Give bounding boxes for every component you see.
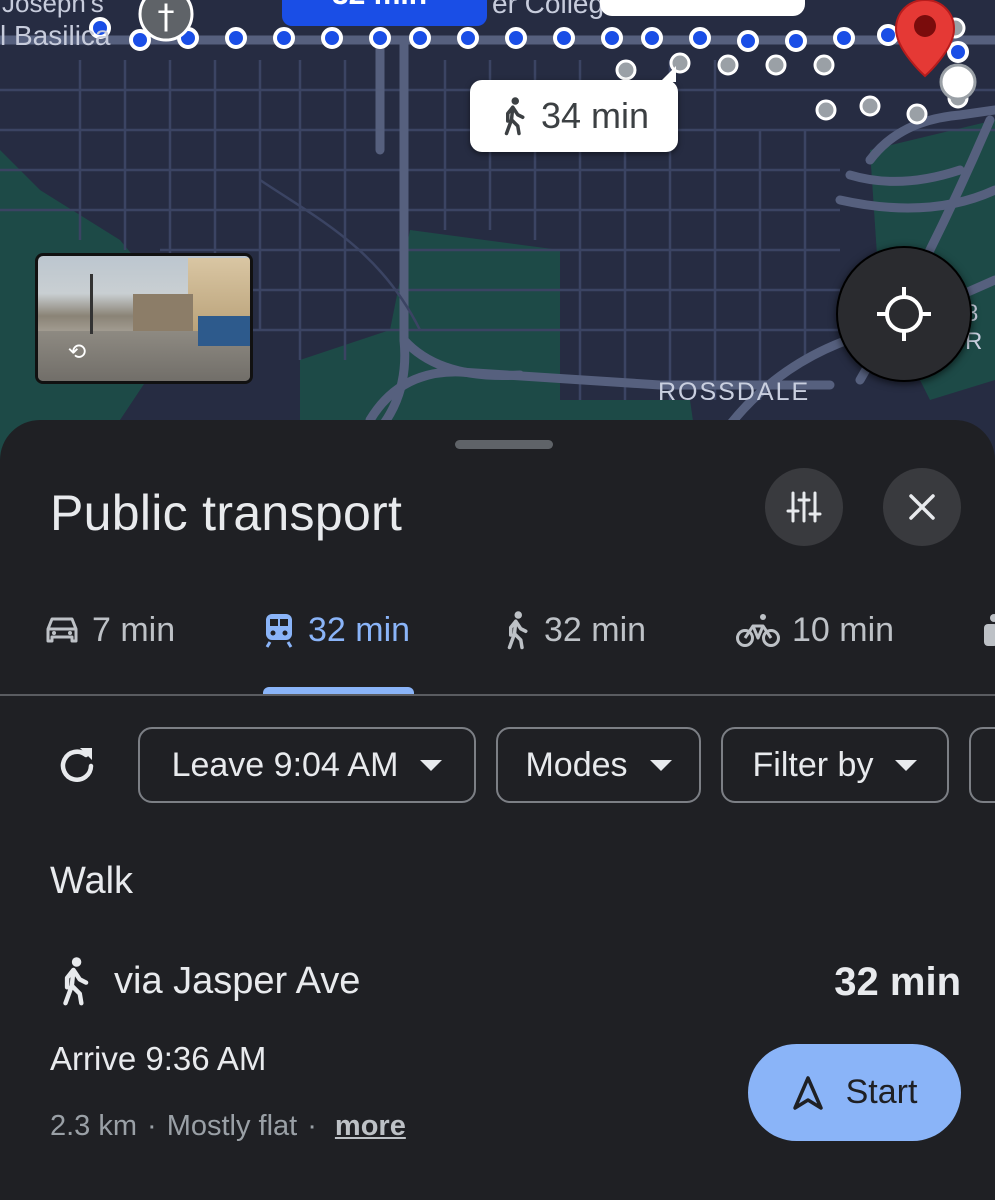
walk-icon bbox=[504, 97, 525, 136]
rotate-360-icon: ⟲ bbox=[67, 339, 87, 364]
tab-drive-label: 7 min bbox=[92, 610, 176, 649]
tab-drive[interactable]: 7 min bbox=[44, 600, 175, 660]
chevron-down-icon bbox=[420, 759, 443, 771]
tab-more-modes[interactable] bbox=[980, 600, 995, 660]
route-via: via Jasper Ave bbox=[114, 959, 361, 1002]
filter-label: Filter by bbox=[752, 745, 874, 784]
depart-time-chip[interactable]: Leave 9:04 AM bbox=[138, 727, 476, 803]
route-details: 2.3 km · Mostly flat · more bbox=[50, 1110, 406, 1143]
walk-icon bbox=[63, 957, 89, 1006]
sheet-title: Public transport bbox=[50, 485, 403, 541]
meta-separator: · bbox=[147, 1110, 157, 1142]
more-modes-icon bbox=[984, 614, 995, 646]
transit-route-chip[interactable]: 32 min bbox=[282, 0, 487, 26]
more-details-link[interactable]: more bbox=[335, 1110, 406, 1143]
tune-icon bbox=[786, 491, 822, 523]
modes-label: Modes bbox=[525, 745, 628, 784]
sheet-drag-handle[interactable] bbox=[455, 440, 553, 449]
route-distance: 2.3 km bbox=[50, 1110, 138, 1142]
chevron-down-icon bbox=[895, 759, 918, 771]
map-view[interactable]: † Joseph's l Basilica 32 min er Colleg 3… bbox=[0, 0, 995, 470]
depart-time-label: Leave 9:04 AM bbox=[171, 745, 399, 784]
walk-icon bbox=[507, 611, 528, 650]
walk-chip-time: 34 min bbox=[540, 95, 650, 136]
route-chip-alt[interactable] bbox=[600, 0, 805, 16]
chevron-down-icon bbox=[649, 759, 672, 771]
destination-pin-icon[interactable] bbox=[894, 0, 956, 78]
route-summary[interactable]: via Jasper Ave bbox=[56, 955, 360, 1007]
streetview-storefront bbox=[198, 316, 250, 346]
bike-icon bbox=[736, 614, 780, 647]
map-label-basilica-top: Joseph's bbox=[2, 0, 104, 18]
tab-walk[interactable]: 32 min bbox=[502, 600, 646, 660]
meta-separator: · bbox=[307, 1110, 317, 1142]
tabs-divider bbox=[0, 694, 995, 696]
route-options-button[interactable] bbox=[765, 468, 843, 546]
filter-chip[interactable]: Filter by bbox=[721, 727, 949, 803]
map-label-basilica: l Basilica bbox=[0, 20, 111, 51]
start-label: Start bbox=[845, 1073, 918, 1111]
streetview-building bbox=[133, 294, 193, 336]
tab-transit[interactable]: 32 min bbox=[262, 600, 410, 660]
route-chip-time: 32 min bbox=[332, 0, 427, 11]
options-chip-row: Leave 9:04 AM Modes Filter by bbox=[0, 727, 995, 805]
close-button[interactable] bbox=[883, 468, 961, 546]
map-base: † bbox=[0, 0, 995, 470]
navigation-arrow-icon bbox=[792, 1075, 823, 1110]
tab-walk-label: 32 min bbox=[544, 610, 647, 649]
route-terrain: Mostly flat bbox=[166, 1110, 298, 1142]
my-location-button[interactable] bbox=[836, 246, 972, 382]
streetview-pole bbox=[90, 274, 93, 334]
start-navigation-button[interactable]: Start bbox=[748, 1044, 961, 1141]
directions-sheet: Public transport 7 min 32 min 32 min 10 … bbox=[0, 420, 995, 1200]
map-label-rossdale: ROSSDALE bbox=[658, 378, 811, 406]
more-chip[interactable] bbox=[969, 727, 995, 803]
tab-bike[interactable]: 10 min bbox=[736, 600, 894, 660]
tab-bike-label: 10 min bbox=[792, 610, 895, 649]
section-header-walk: Walk bbox=[50, 860, 134, 902]
my-location-icon bbox=[877, 287, 931, 341]
train-icon bbox=[265, 614, 293, 648]
modes-chip[interactable]: Modes bbox=[496, 727, 701, 803]
walk-time-chip[interactable]: 34 min bbox=[470, 66, 678, 152]
refresh-icon[interactable] bbox=[56, 745, 98, 787]
svg-text:†: † bbox=[158, 0, 175, 37]
car-icon bbox=[46, 617, 78, 643]
travel-mode-tabs: 7 min 32 min 32 min 10 min bbox=[0, 600, 995, 695]
close-icon bbox=[909, 494, 935, 520]
tab-transit-label: 32 min bbox=[308, 610, 411, 649]
arrival-time: Arrive 9:36 AM bbox=[50, 1040, 267, 1077]
map-label-college: er Colleg bbox=[492, 0, 605, 19]
route-duration: 32 min bbox=[834, 960, 961, 1004]
street-view-thumbnail[interactable]: ⟲ bbox=[35, 253, 253, 384]
